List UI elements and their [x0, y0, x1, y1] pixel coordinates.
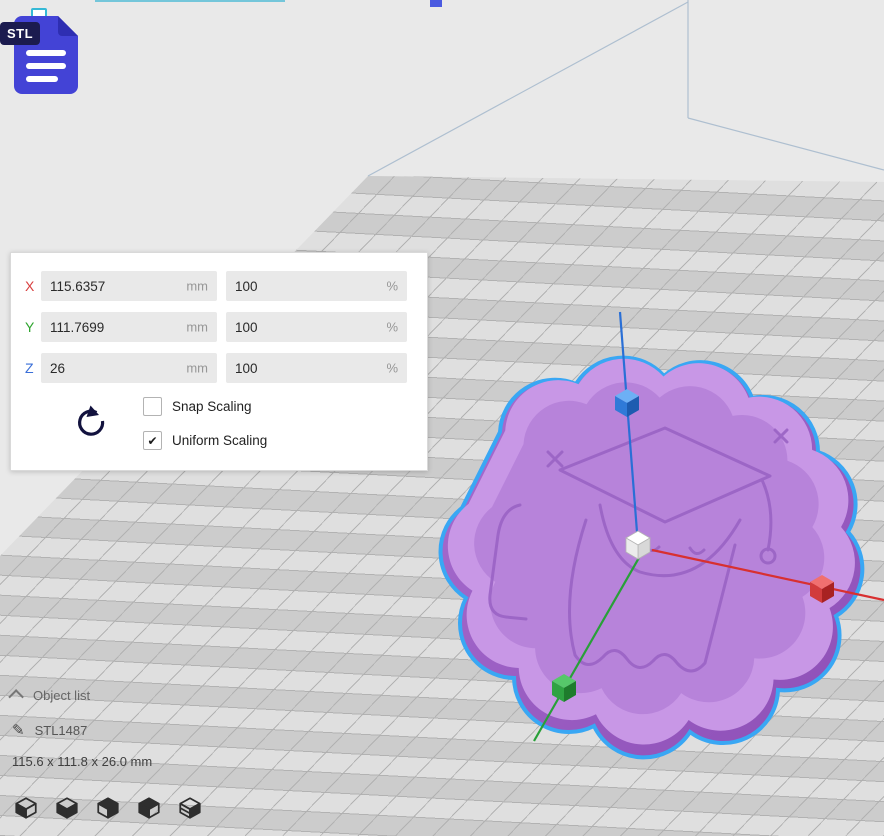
scale-row-z: Z mm % [25, 353, 413, 383]
uniform-scaling-checkbox[interactable]: ✔ [143, 431, 162, 450]
axis-z-label: Z [25, 360, 34, 376]
object-list-item[interactable]: ✎ STL1487 [12, 721, 152, 739]
scale-x-mm-field: mm [41, 271, 217, 301]
view-cube-icon-5 [179, 797, 201, 819]
snap-scaling-row[interactable]: Snap Scaling [143, 397, 267, 416]
object-name: STL1487 [34, 722, 88, 738]
snap-scaling-checkbox[interactable] [143, 397, 162, 416]
view-cube-button-2[interactable] [53, 795, 81, 823]
stl-file-logo: STL [0, 8, 100, 100]
scale-options: Snap Scaling ✔ Uniform Scaling [25, 395, 413, 450]
scale-row-y: Y mm % [25, 312, 413, 342]
model-mold[interactable] [438, 355, 865, 760]
scale-z-percent-input[interactable] [226, 353, 407, 383]
pencil-icon: ✎ [12, 722, 25, 739]
reset-icon [78, 405, 105, 436]
scale-z-percent-field: % [226, 353, 407, 383]
view-cube-button-4[interactable] [135, 795, 163, 823]
view-mode-toolbar [12, 795, 204, 823]
scale-x-percent-field: % [226, 271, 407, 301]
view-cube-icon-3 [97, 797, 119, 819]
stl-badge: STL [0, 22, 41, 45]
scaling-checkboxes: Snap Scaling ✔ Uniform Scaling [143, 395, 267, 450]
scale-z-mm-input[interactable] [41, 353, 217, 383]
scale-x-percent-input[interactable] [226, 271, 407, 301]
scale-y-mm-field: mm [41, 312, 217, 342]
object-list-title: Object list [33, 688, 91, 703]
object-list-header[interactable]: Object list [8, 688, 152, 705]
axis-y-label: Y [25, 319, 35, 335]
top-edge-chip [430, 0, 442, 7]
top-edge-line [95, 0, 285, 2]
scale-z-mm-field: mm [41, 353, 217, 383]
scale-row-x: X mm % [25, 271, 413, 301]
view-cube-button-5[interactable] [176, 795, 204, 823]
view-cube-button-1[interactable] [12, 795, 40, 823]
scale-tool-panel: X mm % Y mm % Z mm % [10, 252, 428, 471]
scale-y-mm-input[interactable] [41, 312, 217, 342]
axis-x-label: X [25, 278, 35, 294]
build-volume-lines [367, 0, 884, 177]
scale-y-percent-input[interactable] [226, 312, 407, 342]
scale-x-mm-input[interactable] [41, 271, 217, 301]
view-cube-icon-4 [138, 797, 160, 819]
view-cube-icon-2 [56, 797, 78, 819]
reset-scale-button[interactable] [73, 403, 109, 439]
uniform-scaling-row[interactable]: ✔ Uniform Scaling [143, 431, 267, 450]
snap-scaling-label: Snap Scaling [172, 399, 252, 414]
object-dimensions: 115.6 x 111.8 x 26.0 mm [12, 754, 153, 769]
scale-y-percent-field: % [226, 312, 407, 342]
object-info-block: Object list ✎ STL1487 115.6 x 111.8 x 26… [8, 688, 153, 769]
slicer-app-window: { "stl_icon": { "label": "STL" }, "scale… [0, 0, 884, 836]
uniform-scaling-label: Uniform Scaling [172, 433, 268, 448]
view-cube-button-3[interactable] [94, 795, 122, 823]
view-cube-icon-1 [15, 797, 37, 819]
